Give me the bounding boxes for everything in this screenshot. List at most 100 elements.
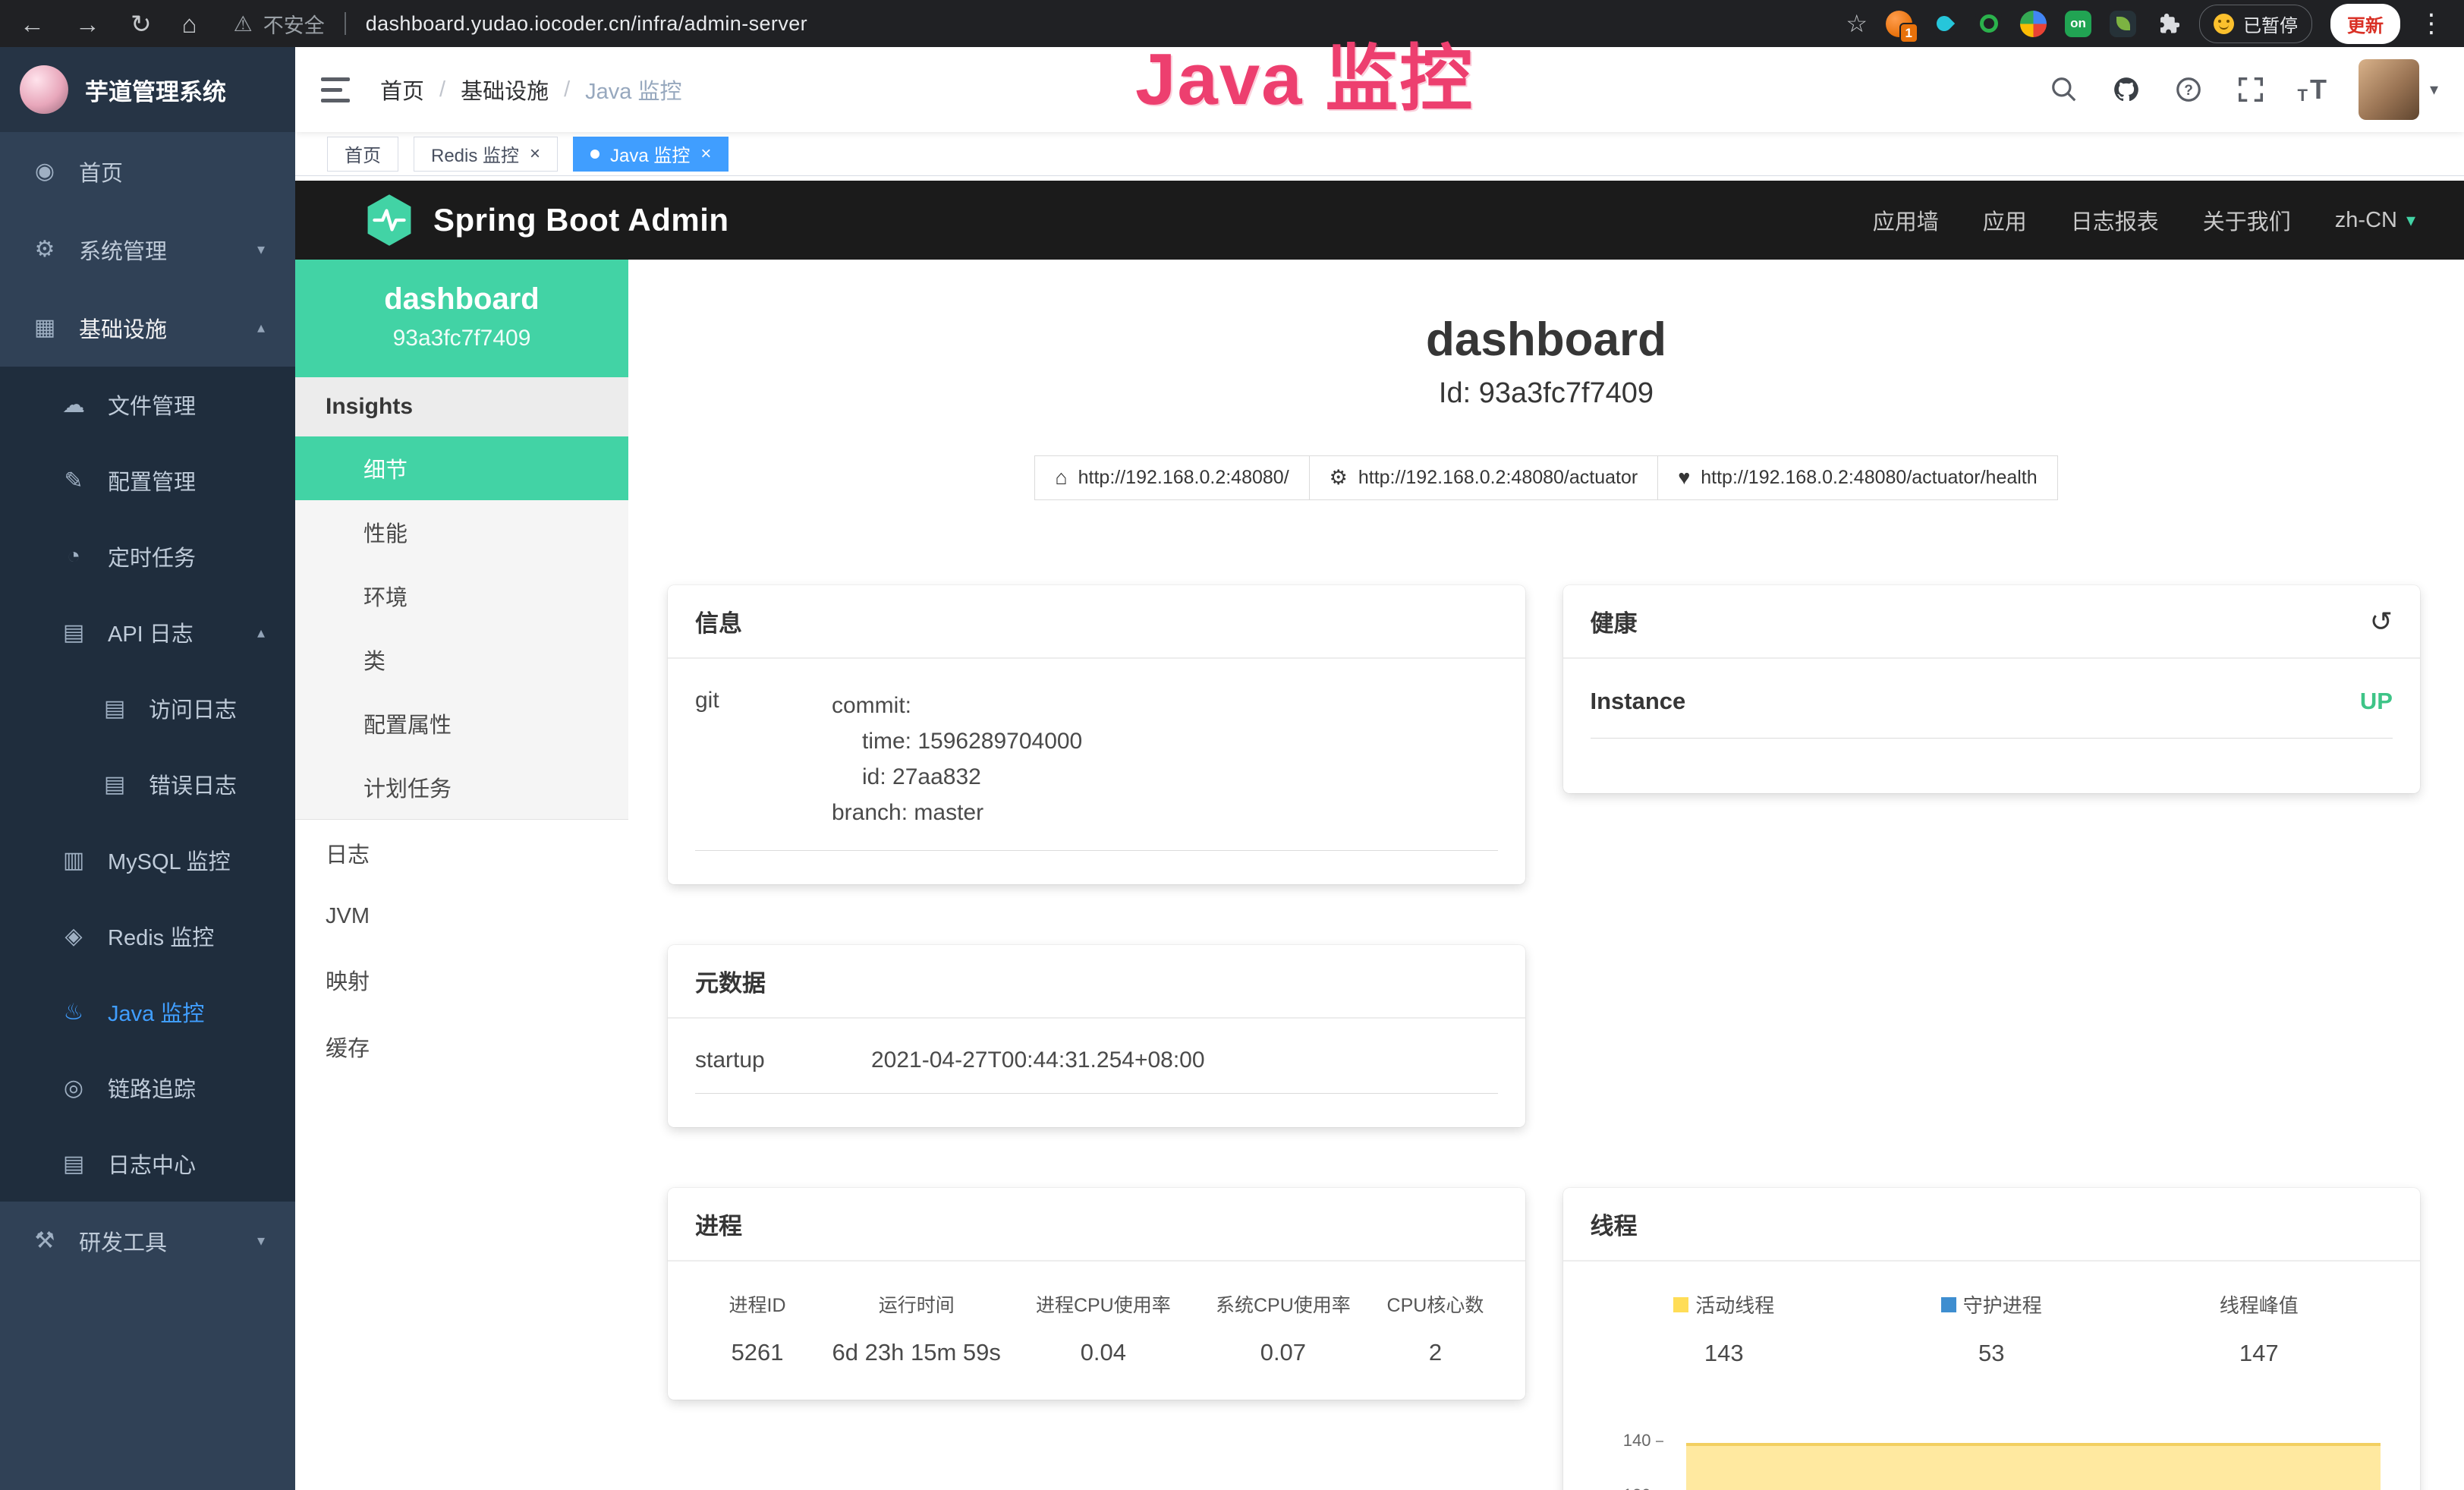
- sidebar-item-file-mgmt[interactable]: ☁ 文件管理: [0, 367, 295, 443]
- sba-menu-environment[interactable]: 环境: [295, 564, 628, 628]
- app-sidebar: 芋道管理系统 ◉ 首页 ⚙ 系统管理 ▾ ▦ 基础设施 ▴ ☁ 文件管理: [0, 47, 295, 1490]
- forward-icon[interactable]: →: [75, 11, 100, 36]
- info-git-row: git commit: time: 1596289704000 id: 27aa…: [695, 688, 1498, 851]
- hamburger-icon[interactable]: [321, 77, 350, 102]
- help-icon[interactable]: ?: [2173, 74, 2204, 105]
- sidebar-item-redis-monitor[interactable]: ◈ Redis 监控: [0, 898, 295, 974]
- extension-ring-icon[interactable]: [1975, 11, 2002, 37]
- history-icon[interactable]: ↺: [2370, 608, 2393, 635]
- sidebar-item-dev-tools[interactable]: ⚒ 研发工具 ▾: [0, 1202, 295, 1280]
- svg-text:?: ?: [2184, 83, 2193, 99]
- sba-sidebar: dashboard 93a3fc7f7409 Insights 细节 性能 环境…: [295, 260, 628, 1490]
- instance-root-link[interactable]: ⌂ http://192.168.0.2:48080/: [1034, 455, 1309, 500]
- chevron-up-icon: ▴: [257, 318, 265, 337]
- user-menu[interactable]: ▾: [2359, 59, 2438, 120]
- sidebar-item-mysql-monitor[interactable]: ▥ MySQL 监控: [0, 822, 295, 898]
- active-tab-dot: [590, 150, 599, 159]
- sidebar-item-error-logs[interactable]: ▤ 错误日志: [0, 746, 295, 822]
- paused-badge[interactable]: 已暂停: [2199, 5, 2312, 43]
- health-instance-row[interactable]: Instance UP: [1591, 688, 2393, 739]
- sba-menu-metrics[interactable]: 性能: [295, 500, 628, 564]
- active-threads-area: [1686, 1443, 2381, 1490]
- browser-menu-icon[interactable]: ⋮: [2418, 11, 2444, 36]
- sba-main-content: dashboard Id: 93a3fc7f7409 ⌂ http://192.…: [628, 260, 2464, 1490]
- process-cpu: 0.04: [1013, 1339, 1193, 1366]
- browser-home-icon[interactable]: ⌂: [182, 11, 197, 36]
- breadcrumb-home[interactable]: 首页: [380, 74, 424, 106]
- health-instance-label: Instance: [1591, 688, 1686, 715]
- sidebar-item-tracing[interactable]: ◎ 链路追踪: [0, 1050, 295, 1126]
- close-icon[interactable]: ×: [530, 145, 540, 163]
- sidebar-item-home[interactable]: ◉ 首页: [0, 132, 295, 210]
- sba-nav-wallboard[interactable]: 应用墙: [1873, 204, 1939, 236]
- sba-menu-details[interactable]: 细节: [295, 436, 628, 500]
- process-col-header: 进程ID: [695, 1290, 820, 1318]
- sba-menu-logs[interactable]: 日志: [295, 820, 628, 887]
- tab-java-monitor[interactable]: Java 监控 ×: [573, 137, 729, 172]
- process-table: 进程ID 运行时间 进程CPU使用率 系统CPU使用率 CPU核心数 5261 …: [695, 1290, 1498, 1366]
- sidebar-item-label: 研发工具: [79, 1225, 238, 1257]
- sidebar-item-log-center[interactable]: ▤ 日志中心: [0, 1126, 295, 1202]
- app-logo[interactable]: 芋道管理系统: [0, 47, 295, 132]
- caret-down-icon: ▾: [2430, 80, 2438, 99]
- update-button[interactable]: 更新: [2330, 4, 2400, 44]
- search-icon[interactable]: [2049, 74, 2079, 105]
- cloud-icon: ☁: [59, 392, 88, 418]
- sidebar-item-api-logs[interactable]: ▤ API 日志 ▴: [0, 594, 295, 670]
- sidebar-item-label: 首页: [79, 156, 265, 187]
- sba-nav-about[interactable]: 关于我们: [2203, 204, 2291, 236]
- extensions-puzzle-icon[interactable]: [2154, 11, 2181, 37]
- font-size-icon[interactable]: TT: [2298, 74, 2327, 106]
- process-col-header: CPU核心数: [1373, 1290, 1497, 1318]
- extension-leaf-icon[interactable]: [2110, 11, 2136, 37]
- legend-peak-threads: 线程峰值: [2126, 1290, 2393, 1318]
- card-title: 信息: [695, 604, 742, 638]
- fullscreen-icon[interactable]: [2236, 74, 2266, 105]
- sba-brand-title[interactable]: Spring Boot Admin: [433, 202, 729, 238]
- sidebar-item-scheduled-tasks[interactable]: ◔ 定时任务: [0, 518, 295, 594]
- sidebar-item-config-mgmt[interactable]: ✎ 配置管理: [0, 443, 295, 518]
- bookmark-star-icon[interactable]: ☆: [1846, 11, 1868, 36]
- sba-nav-applications[interactable]: 应用: [1983, 204, 2027, 236]
- sidebar-item-java-monitor[interactable]: ♨ Java 监控: [0, 974, 295, 1050]
- legend-daemon-threads: 守护进程: [1858, 1290, 2126, 1318]
- extension-on-icon[interactable]: on: [2065, 11, 2091, 37]
- sba-menu-jvm[interactable]: JVM: [295, 887, 628, 947]
- url-divider: [345, 12, 346, 35]
- legend-label: 线程峰值: [2220, 1290, 2299, 1318]
- sidebar-item-system-mgmt[interactable]: ⚙ 系统管理 ▾: [0, 210, 295, 288]
- git-commit-line: commit:: [832, 688, 1082, 723]
- extension-fox-icon[interactable]: 1: [1886, 11, 1912, 37]
- sidebar-item-label: 基础设施: [79, 312, 238, 344]
- emoji-icon: [2214, 14, 2234, 34]
- tab-label: Java 监控: [610, 140, 690, 167]
- address-bar[interactable]: ⚠ 不安全 dashboard.yudao.iocoder.cn/infra/a…: [234, 9, 807, 39]
- metadata-value: 2021-04-27T00:44:31.254+08:00: [871, 1047, 1205, 1073]
- info-card: 信息 git commit: time: 1596289704000 id: 2…: [668, 585, 1525, 884]
- instance-health-link[interactable]: ♥ http://192.168.0.2:48080/actuator/heal…: [1658, 455, 2057, 500]
- breadcrumb-infrastructure[interactable]: 基础设施: [461, 74, 549, 106]
- instance-actuator-link[interactable]: ⚙ http://192.168.0.2:48080/actuator: [1310, 455, 1659, 500]
- spring-boot-admin-frame: Spring Boot Admin 应用墙 应用 日志报表 关于我们 zh-CN…: [295, 181, 2464, 1490]
- sba-nav-journal[interactable]: 日志报表: [2071, 204, 2159, 236]
- avatar: [2359, 59, 2419, 120]
- locale-selector[interactable]: zh-CN ▾: [2335, 208, 2415, 233]
- reload-icon[interactable]: ↻: [131, 11, 152, 36]
- instance-header[interactable]: dashboard 93a3fc7f7409: [295, 260, 628, 377]
- sidebar-item-access-logs[interactable]: ▤ 访问日志: [0, 670, 295, 746]
- github-icon[interactable]: [2111, 74, 2141, 105]
- tab-home[interactable]: 首页: [327, 137, 398, 172]
- extension-pinwheel-icon[interactable]: [2020, 11, 2047, 37]
- security-label: 不安全: [263, 9, 325, 39]
- sba-menu-scheduled-tasks[interactable]: 计划任务: [295, 755, 628, 819]
- extension-drop-icon[interactable]: [1931, 11, 1957, 37]
- sba-menu-classes[interactable]: 类: [295, 628, 628, 691]
- sba-menu-config-props[interactable]: 配置属性: [295, 691, 628, 755]
- sidebar-item-infrastructure[interactable]: ▦ 基础设施 ▴: [0, 288, 295, 367]
- close-icon[interactable]: ×: [700, 145, 711, 163]
- sba-menu-caches[interactable]: 缓存: [295, 1013, 628, 1080]
- sba-menu-mappings[interactable]: 映射: [295, 947, 628, 1013]
- back-icon[interactable]: ←: [20, 11, 45, 36]
- redis-icon: ◈: [59, 923, 88, 950]
- tab-redis-monitor[interactable]: Redis 监控 ×: [414, 137, 558, 172]
